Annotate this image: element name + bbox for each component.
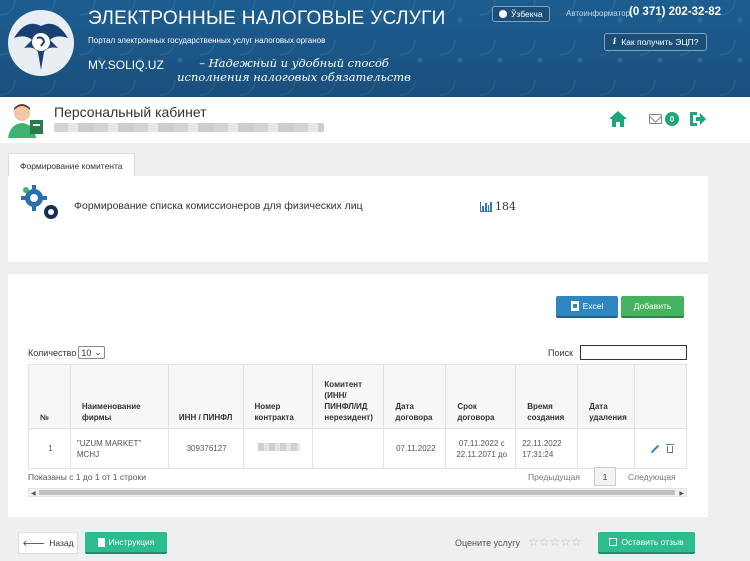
header-site-link[interactable]: MY.SOLIQ.UZ (88, 58, 164, 72)
globe-icon (499, 10, 507, 18)
service-count-value: 184 (495, 200, 516, 213)
eds-help-label: Как получить ЭЦП? (621, 37, 699, 47)
info-icon: i (613, 37, 617, 47)
service-card: Формирование списка комиссионеров для фи… (8, 176, 708, 262)
cell-deleted (577, 428, 636, 469)
header-subtitle: Портал электронных государственных услуг… (88, 36, 326, 45)
search-label: Поиск (548, 348, 573, 358)
excel-label: Excel (582, 301, 604, 311)
quantity-select[interactable]: 10 ⌄ (78, 346, 105, 359)
rate-service-label: Оцените услугу (455, 538, 521, 548)
trash-icon[interactable] (665, 443, 674, 453)
table-header-row: № Наименование фирмы ИНН / ПИНФЛ Номер к… (28, 364, 687, 429)
excel-icon (570, 301, 579, 311)
header-title: ЭЛЕКТРОННЫЕ НАЛОГОВЫЕ УСЛУГИ (88, 8, 446, 29)
komitent-table: № Наименование фирмы ИНН / ПИНФЛ Номер к… (28, 364, 687, 469)
scrollbar-thumb[interactable] (39, 490, 675, 495)
cell-term: 07.11.2022 с 22.11.2071 до (445, 428, 517, 469)
table-card: Excel Добавить Количество 10 ⌄ Поиск № Н… (8, 274, 708, 517)
document-icon (97, 537, 105, 547)
scroll-left-icon[interactable]: ◀ (31, 490, 36, 497)
language-label: Ўзбекча (511, 9, 543, 19)
cell-contract (242, 428, 314, 469)
cell-komitent (312, 428, 385, 469)
tax-committee-logo (8, 10, 74, 76)
pagination-summary: Показаны с 1 до 1 от 1 строки (28, 472, 146, 482)
chevron-down-icon: ⌄ (94, 347, 102, 357)
add-button[interactable]: Добавить (621, 296, 684, 318)
instruction-label: Инструкция (108, 537, 155, 547)
service-title[interactable]: Формирование списка комиссионеров для фи… (74, 200, 363, 212)
col-actions (634, 364, 687, 429)
col-contract-date[interactable]: Дата договора (383, 364, 447, 429)
cell-firm: "UZUM MARKET" MCHJ (69, 428, 169, 469)
col-created[interactable]: Время создания (515, 364, 579, 429)
pagination-page[interactable]: 1 (594, 467, 616, 486)
table-row: 1 "UZUM MARKET" MCHJ 309376127 07.11.202… (28, 428, 687, 469)
edit-icon (609, 538, 618, 546)
cell-inn: 309376127 (167, 428, 244, 469)
quantity-control: Количество 10 ⌄ (28, 346, 105, 359)
leave-feedback-button[interactable]: Оставить отзыв (598, 532, 695, 554)
pagination-next[interactable]: Следующая (628, 472, 676, 482)
col-komitent[interactable]: Комитент (ИНН/ ПИНФЛ/ИД нерезидент) (312, 364, 385, 429)
col-firm[interactable]: Наименование фирмы (69, 364, 169, 429)
logout-icon[interactable] (689, 111, 707, 127)
cabinet-title: Персональный кабинет (54, 104, 207, 120)
cell-created: 22.11.2022 17:31:24 (515, 428, 579, 469)
arrow-left-icon: 🡐 (22, 537, 46, 548)
tab-komitent[interactable]: Формирование комитента (8, 153, 135, 177)
col-contract[interactable]: Номер контракта (242, 364, 314, 429)
col-deleted[interactable]: Дата удаления (577, 364, 636, 429)
mail-icon[interactable] (649, 114, 662, 124)
service-count: 184 (480, 200, 516, 213)
back-label: Назад (49, 538, 74, 548)
autoinformer-label: Автоинформатор: (566, 9, 633, 18)
quantity-label: Количество (28, 347, 77, 358)
blurred-contract-number (257, 443, 300, 451)
user-avatar-icon (8, 104, 43, 138)
back-button[interactable]: 🡐 Назад (18, 532, 78, 554)
gears-icon (21, 185, 58, 219)
excel-button[interactable]: Excel (556, 296, 618, 318)
edit-pencil-icon[interactable] (651, 445, 659, 453)
autoinformer-phone: (0 371) 202-32-82 (629, 6, 722, 18)
bar-chart-icon (480, 201, 492, 212)
col-num[interactable]: № (28, 364, 71, 429)
horizontal-scrollbar[interactable]: ◀ ▶ (28, 488, 687, 497)
cell-num: 1 (28, 428, 71, 469)
site-header: ЭЛЕКТРОННЫЕ НАЛОГОВЫЕ УСЛУГИ Портал элек… (0, 0, 750, 97)
language-button[interactable]: Ўзбекча (492, 6, 550, 22)
user-bar: Персональный кабинет (0, 97, 750, 143)
cell-actions (634, 428, 687, 469)
eds-help-button[interactable]: i Как получить ЭЦП? (604, 33, 708, 51)
blurred-user-info (54, 123, 324, 132)
feedback-label: Оставить отзыв (621, 537, 684, 547)
instruction-button[interactable]: Инструкция (85, 532, 167, 554)
search-input[interactable] (580, 345, 687, 360)
scroll-right-icon[interactable]: ▶ (679, 490, 684, 497)
pagination-prev[interactable]: Предыдущая (528, 472, 580, 482)
col-term[interactable]: Срок договора (445, 364, 517, 429)
cell-contract-date: 07.11.2022 (383, 428, 447, 469)
rating-stars[interactable]: ☆☆☆☆☆ (528, 535, 582, 549)
home-icon[interactable] (608, 110, 628, 128)
quantity-value: 10 (81, 347, 92, 358)
col-inn[interactable]: ИНН / ПИНФЛ (167, 364, 244, 429)
notification-badge: 0 (665, 112, 679, 126)
header-slogan: – Надежный и удобный способ исполнения н… (177, 56, 411, 84)
